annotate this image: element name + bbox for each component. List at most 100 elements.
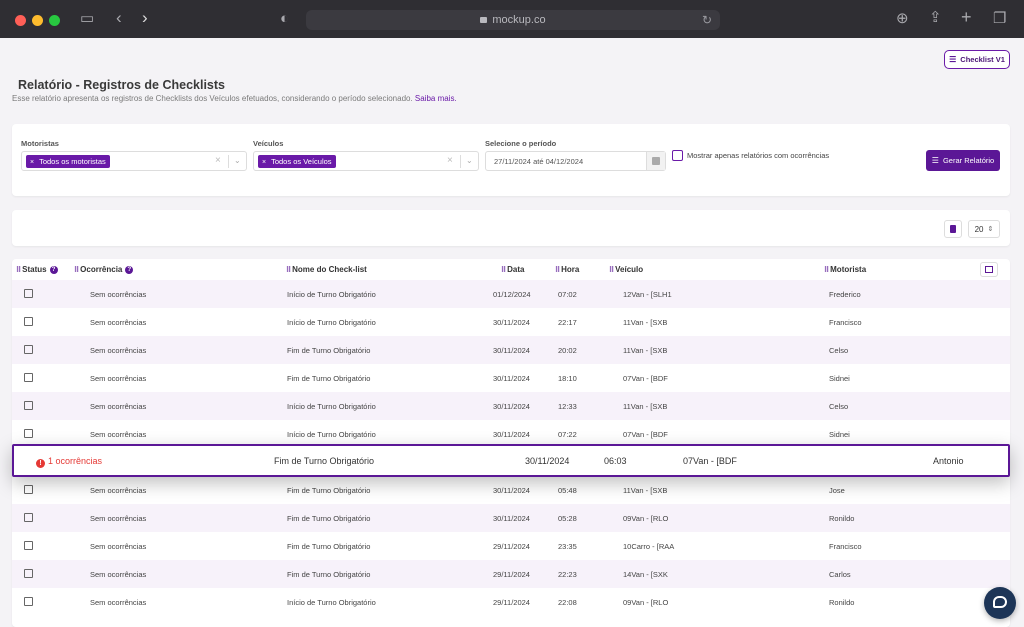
driver-cell: Ronildo: [829, 514, 855, 523]
chat-support-button[interactable]: [984, 587, 1016, 619]
table-row[interactable]: Sem ocorrências Início de Turno Obrigatór…: [12, 588, 1010, 616]
time-cell: 05:48: [558, 486, 577, 495]
shield-icon[interactable]: ◐: [280, 11, 289, 26]
column-header-status[interactable]: ⠿ Status?: [16, 265, 58, 274]
column-header-driver[interactable]: ⠿ Motorista: [824, 265, 866, 274]
status-checkbox[interactable]: [24, 485, 33, 494]
drivers-select[interactable]: × Todos os motoristas × ⌄: [21, 151, 247, 171]
column-header-vehicle[interactable]: ⠿ Veículo: [609, 265, 643, 274]
occurrence-cell: ! 1 ocorrências: [36, 456, 102, 468]
date-cell: 30/11/2024: [525, 456, 570, 466]
status-checkbox[interactable]: [24, 401, 33, 410]
chat-icon: [993, 596, 1007, 608]
drivers-tag-label: Todos os motoristas: [39, 157, 106, 166]
highlighted-table-row[interactable]: ! 1 ocorrências Fim de Turno Obrigatório …: [12, 444, 1010, 477]
checklist-name-cell: Início de Turno Obrigatório: [287, 290, 376, 299]
period-value: 27/11/2024 até 04/12/2024: [494, 157, 584, 166]
occurrence-cell: Sem ocorrências: [90, 346, 147, 355]
table-row[interactable]: Sem ocorrências Fim de Turno Obrigatório 3…: [12, 504, 1010, 532]
forward-icon[interactable]: ›: [142, 9, 148, 26]
date-cell: 30/11/2024: [493, 486, 530, 495]
vehicles-label: Veículos: [253, 139, 284, 148]
status-checkbox[interactable]: [24, 569, 33, 578]
only-occurrences-checkbox[interactable]: [672, 150, 683, 161]
clear-icon[interactable]: ×: [215, 155, 221, 166]
status-checkbox[interactable]: [24, 289, 33, 298]
table-row[interactable]: Sem ocorrências Início de Turno Obrigatór…: [12, 392, 1010, 420]
sidebar-toggle-icon[interactable]: ▭: [80, 11, 94, 26]
tabs-overview-icon[interactable]: ❐: [993, 11, 1006, 26]
checklist-version-button[interactable]: ☰ Checklist V1: [944, 50, 1010, 69]
calendar-icon[interactable]: [646, 152, 665, 170]
table-row[interactable]: Sem ocorrências Fim de Turno Obrigatório 3…: [12, 336, 1010, 364]
time-cell: 05:28: [558, 514, 577, 523]
checklist-name-cell: Início de Turno Obrigatório: [287, 318, 376, 327]
url-text: mockup.co: [492, 14, 546, 26]
status-checkbox[interactable]: [24, 345, 33, 354]
time-cell: 06:03: [604, 456, 627, 466]
date-cell: 30/11/2024: [493, 514, 530, 523]
download-icon[interactable]: ⊕: [896, 11, 909, 26]
table-row[interactable]: Sem ocorrências Fim de Turno Obrigatório 3…: [12, 476, 1010, 504]
remove-tag-icon[interactable]: ×: [262, 159, 266, 166]
help-icon[interactable]: ?: [49, 265, 58, 274]
help-icon[interactable]: ?: [125, 265, 134, 274]
time-cell: 18:10: [558, 374, 577, 383]
table-row[interactable]: Sem ocorrências Fim de Turno Obrigatório 2…: [12, 532, 1010, 560]
occurrence-cell: Sem ocorrências: [90, 374, 147, 383]
close-window-button[interactable]: [15, 15, 26, 26]
chevron-down-icon[interactable]: ⌄: [466, 156, 473, 165]
list-icon: ☰: [949, 55, 957, 64]
columns-toggle-icon[interactable]: [980, 262, 998, 277]
column-header-checklist-name[interactable]: ⠿ Nome do Check-list: [286, 265, 367, 274]
new-tab-icon[interactable]: +: [961, 8, 972, 26]
remove-tag-icon[interactable]: ×: [30, 159, 34, 166]
checklist-name-cell: Fim de Turno Obrigatório: [287, 570, 371, 579]
table-row[interactable]: Sem ocorrências Fim de Turno Obrigatório 3…: [12, 364, 1010, 392]
clear-icon[interactable]: ×: [447, 155, 453, 166]
table-row[interactable]: Sem ocorrências Início de Turno Obrigatór…: [12, 280, 1010, 308]
export-icon[interactable]: [944, 220, 962, 238]
time-cell: 23:35: [558, 542, 577, 551]
status-checkbox[interactable]: [24, 317, 33, 326]
checklist-name-cell: Início de Turno Obrigatório: [287, 402, 376, 411]
learn-more-link[interactable]: Saiba mais.: [415, 94, 457, 103]
minimize-window-button[interactable]: [32, 15, 43, 26]
checklist-name-cell: Início de Turno Obrigatório: [287, 430, 376, 439]
date-cell: 30/11/2024: [493, 374, 530, 383]
maximize-window-button[interactable]: [49, 15, 60, 26]
vehicle-cell: 11Van - [SXB: [623, 402, 668, 411]
status-checkbox[interactable]: [24, 429, 33, 438]
per-page-value: 20: [974, 224, 984, 234]
share-icon[interactable]: ⇪: [929, 10, 942, 25]
period-date-field[interactable]: 27/11/2024 até 04/12/2024: [485, 151, 666, 171]
vehicle-cell: 11Van - [SXB: [623, 346, 668, 355]
occurrence-cell: Sem ocorrências: [90, 486, 147, 495]
generate-report-button[interactable]: ☰ Gerar Relatório: [926, 150, 1000, 171]
status-checkbox[interactable]: [24, 373, 33, 382]
reload-icon[interactable]: ↻: [702, 13, 712, 27]
status-checkbox[interactable]: [24, 541, 33, 550]
table-row[interactable]: Sem ocorrências Fim de Turno Obrigatório 2…: [12, 560, 1010, 588]
column-header-occurrence[interactable]: ⠿ Ocorrência?: [74, 265, 134, 274]
vehicle-cell: 09Van - [RLO: [623, 514, 669, 523]
page-title: Relatório - Registros de Checklists: [18, 78, 226, 92]
occurrence-cell: Sem ocorrências: [90, 598, 147, 607]
occurrence-cell: Sem ocorrências: [90, 570, 147, 579]
driver-cell: Celso: [829, 346, 849, 355]
column-header-time[interactable]: ⠿ Hora: [555, 265, 579, 274]
per-page-select[interactable]: 20 ⇕: [968, 220, 1000, 238]
vehicle-cell: 07Van - [BDF: [683, 456, 737, 466]
vehicles-select[interactable]: × Todos os Veículos × ⌄: [253, 151, 479, 171]
records-table: ⠿ Status? ⠿ Ocorrência? ⠿ Nome do Check-lis…: [12, 259, 1010, 627]
column-header-date[interactable]: ⠿ Data: [501, 265, 524, 274]
occurrence-cell: Sem ocorrências: [90, 318, 147, 327]
chevron-down-icon[interactable]: ⌄: [234, 156, 241, 165]
status-checkbox[interactable]: [24, 513, 33, 522]
table-row[interactable]: Sem ocorrências Início de Turno Obrigatór…: [12, 308, 1010, 336]
time-cell: 07:22: [558, 430, 577, 439]
sort-arrows-icon: ⇕: [987, 226, 994, 233]
address-bar[interactable]: mockup.co ↻: [306, 10, 720, 30]
back-icon[interactable]: ‹: [116, 9, 122, 26]
status-checkbox[interactable]: [24, 597, 33, 606]
